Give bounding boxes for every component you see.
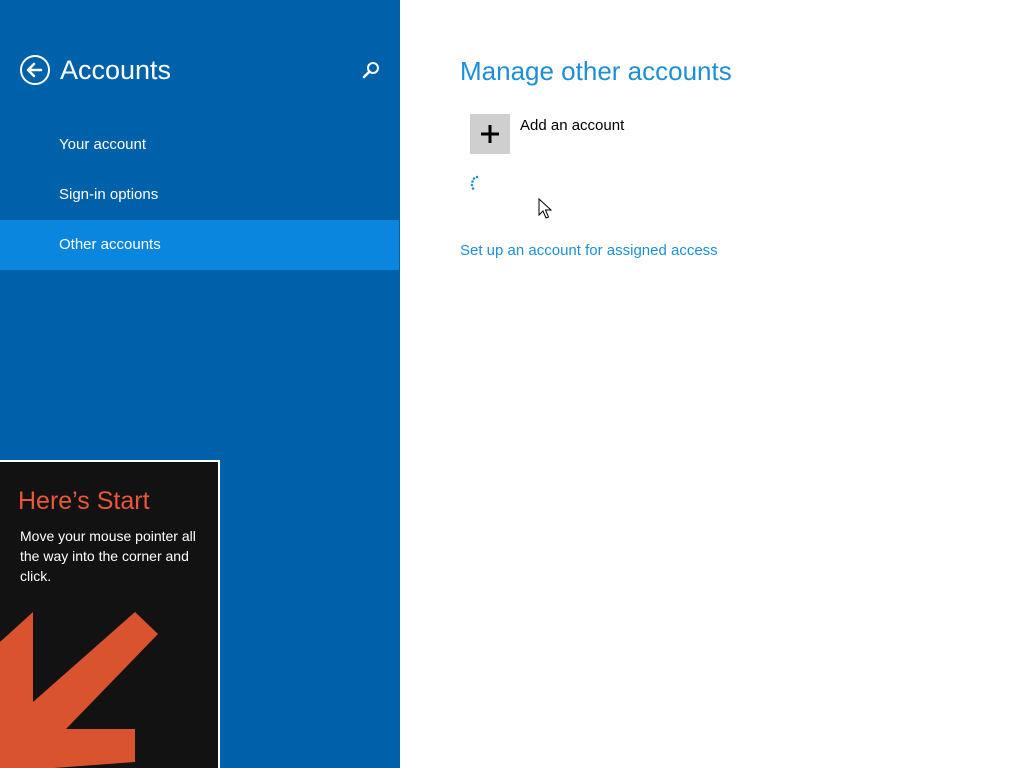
sidebar-item-other-accounts[interactable]: Other accounts — [0, 220, 399, 270]
page-title: Accounts — [60, 55, 172, 85]
start-tip-panel: Here’s Start Move your mouse pointer all… — [0, 460, 220, 768]
sidebar-item-your-account[interactable]: Your account — [0, 120, 399, 170]
assigned-access-link[interactable]: Set up an account for assigned access — [460, 242, 718, 259]
section-title: Manage other accounts — [460, 56, 732, 86]
add-account-button[interactable] — [470, 114, 510, 154]
back-arrow-icon[interactable] — [19, 54, 51, 86]
plus-icon — [481, 125, 499, 143]
add-account-label[interactable]: Add an account — [520, 117, 624, 134]
sidebar-nav: Your account Sign-in options Other accou… — [0, 120, 399, 270]
mouse-pointer-icon — [538, 198, 552, 219]
tip-title: Here’s Start — [18, 487, 150, 515]
tip-body: Move your mouse pointer all the way into… — [20, 528, 196, 584]
corner-arrow-icon — [0, 612, 158, 768]
search-icon[interactable] — [361, 60, 381, 80]
loading-spinner-icon — [470, 175, 479, 190]
sidebar-item-sign-in-options[interactable]: Sign-in options — [0, 170, 399, 220]
